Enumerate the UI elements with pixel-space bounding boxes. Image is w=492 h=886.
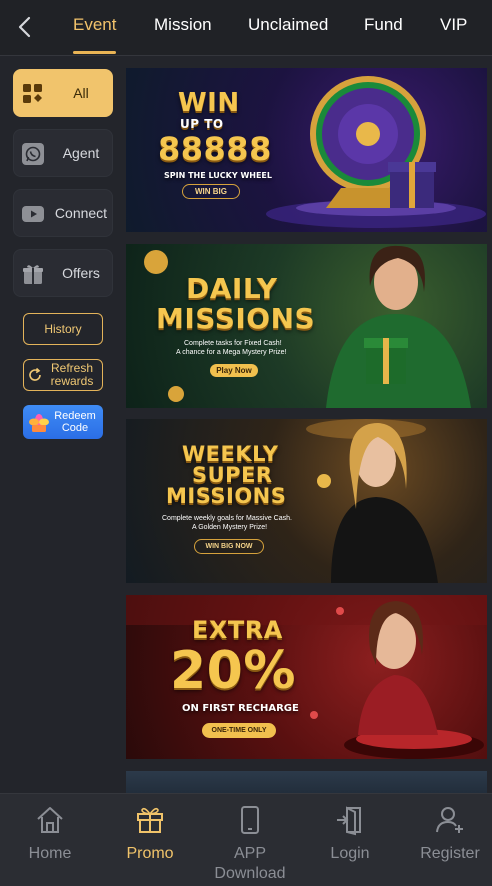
nav-login-label: Login (330, 845, 370, 862)
banner-extra-recharge[interactable]: EXTRA 20% ON FIRST RECHARGE ONE-TIME ONL… (126, 595, 487, 759)
tab-event[interactable]: Event (73, 0, 117, 56)
whatsapp-icon (22, 143, 44, 165)
tab-fund-label: Fund (364, 15, 403, 34)
sidebar-item-label: Offers (62, 265, 100, 281)
history-label: History (44, 321, 82, 336)
nav-promo[interactable]: Promo (101, 794, 199, 886)
nav-promo-label: Promo (126, 845, 174, 862)
banner-title-line2: MISSIONS (156, 302, 316, 335)
banner-title-line2: SUPER (192, 463, 273, 487)
banner-lucky-wheel[interactable]: WIN UP TO 88888 SPIN THE LUCKY WHEEL WIN… (126, 68, 487, 232)
tab-bar: Event Mission Unclaimed Fund VIP (52, 0, 492, 56)
nav-register[interactable]: Register (401, 794, 492, 886)
refresh-rewards-button[interactable]: Refresh rewards (23, 359, 103, 391)
back-button[interactable] (10, 12, 40, 42)
banner-title: WEEKLY (182, 442, 279, 466)
refresh-icon (29, 367, 41, 381)
nav-home-label: Home (28, 845, 72, 862)
banner-weekly-super-missions[interactable]: WEEKLY SUPER MISSIONS Complete weekly go… (126, 419, 487, 583)
banner-amount: 88888 (158, 130, 272, 168)
nav-app-download-label: APP Download (214, 845, 286, 882)
phone-icon (241, 806, 259, 834)
sidebar-item-offers[interactable]: Offers (13, 249, 113, 297)
tab-vip[interactable]: VIP (440, 0, 467, 56)
tab-unclaimed-label: Unclaimed (248, 15, 329, 34)
sidebar-item-label: All (73, 85, 89, 101)
banner-title: DAILY (186, 272, 278, 305)
nav-app-download[interactable]: APP Download (201, 794, 299, 886)
login-door-icon (337, 806, 361, 836)
redeem-code-label: Redeem Code (54, 410, 96, 434)
gift-box-icon (23, 265, 43, 284)
chevron-left-icon (18, 16, 31, 38)
banner-cta[interactable]: WIN BIG NOW (194, 539, 264, 554)
tab-mission[interactable]: Mission (154, 0, 212, 56)
banner-cta[interactable]: ONE-TIME ONLY (202, 723, 276, 738)
sidebar-item-connect[interactable]: Connect (13, 189, 113, 237)
banner-caption-line2: A Golden Mystery Prize! (192, 524, 268, 531)
sidebar-item-all[interactable]: All (13, 69, 113, 117)
gift-flower-icon (29, 414, 49, 432)
promo-page: Event Mission Unclaimed Fund VIP All Age… (0, 0, 492, 886)
tab-mission-label: Mission (154, 15, 212, 34)
banner-cta[interactable]: Play Now (210, 364, 258, 377)
banner-cta[interactable]: WIN BIG (182, 184, 240, 199)
tab-event-label: Event (73, 15, 117, 34)
youtube-icon (22, 206, 44, 222)
bottom-nav: Home Promo APP Download Login Register (0, 793, 492, 886)
sidebar: All Agent Connect Offers History Refresh… (0, 56, 120, 793)
gift-icon (137, 807, 163, 833)
banner-title: WIN (178, 88, 240, 118)
history-button[interactable]: History (23, 313, 103, 345)
top-bar: Event Mission Unclaimed Fund VIP (0, 0, 492, 56)
grid-suits-icon (23, 84, 42, 103)
sidebar-item-label: Agent (62, 145, 100, 161)
tab-vip-label: VIP (440, 15, 468, 34)
tab-fund[interactable]: Fund (364, 0, 403, 56)
redeem-code-button[interactable]: Redeem Code (23, 405, 103, 439)
banner-subtitle: UP TO (180, 117, 224, 131)
active-tab-underline (73, 51, 117, 54)
banner-amount: 20% (170, 641, 296, 701)
banner-caption: Complete tasks for Fixed Cash! (184, 340, 282, 347)
sidebar-item-agent[interactable]: Agent (13, 129, 113, 177)
add-user-icon (436, 807, 463, 833)
nav-home[interactable]: Home (1, 794, 99, 886)
refresh-rewards-label: Refresh rewards (50, 361, 94, 388)
home-icon (37, 807, 63, 833)
tab-unclaimed[interactable]: Unclaimed (248, 0, 328, 56)
banner-daily-missions[interactable]: DAILY MISSIONS Complete tasks for Fixed … (126, 244, 487, 408)
banner-caption: SPIN THE LUCKY WHEEL (164, 171, 272, 180)
banner-caption-line2: A chance for a Mega Mystery Prize! (176, 349, 287, 356)
sidebar-item-label: Connect (54, 205, 108, 221)
banner-title-line3: MISSIONS (166, 484, 287, 508)
banner-title: EXTRA (192, 616, 283, 644)
nav-register-label: Register (420, 845, 480, 862)
nav-login[interactable]: Login (301, 794, 399, 886)
banner-caption: ON FIRST RECHARGE (182, 703, 299, 714)
banner-caption: Complete weekly goals for Massive Cash. (162, 515, 292, 522)
